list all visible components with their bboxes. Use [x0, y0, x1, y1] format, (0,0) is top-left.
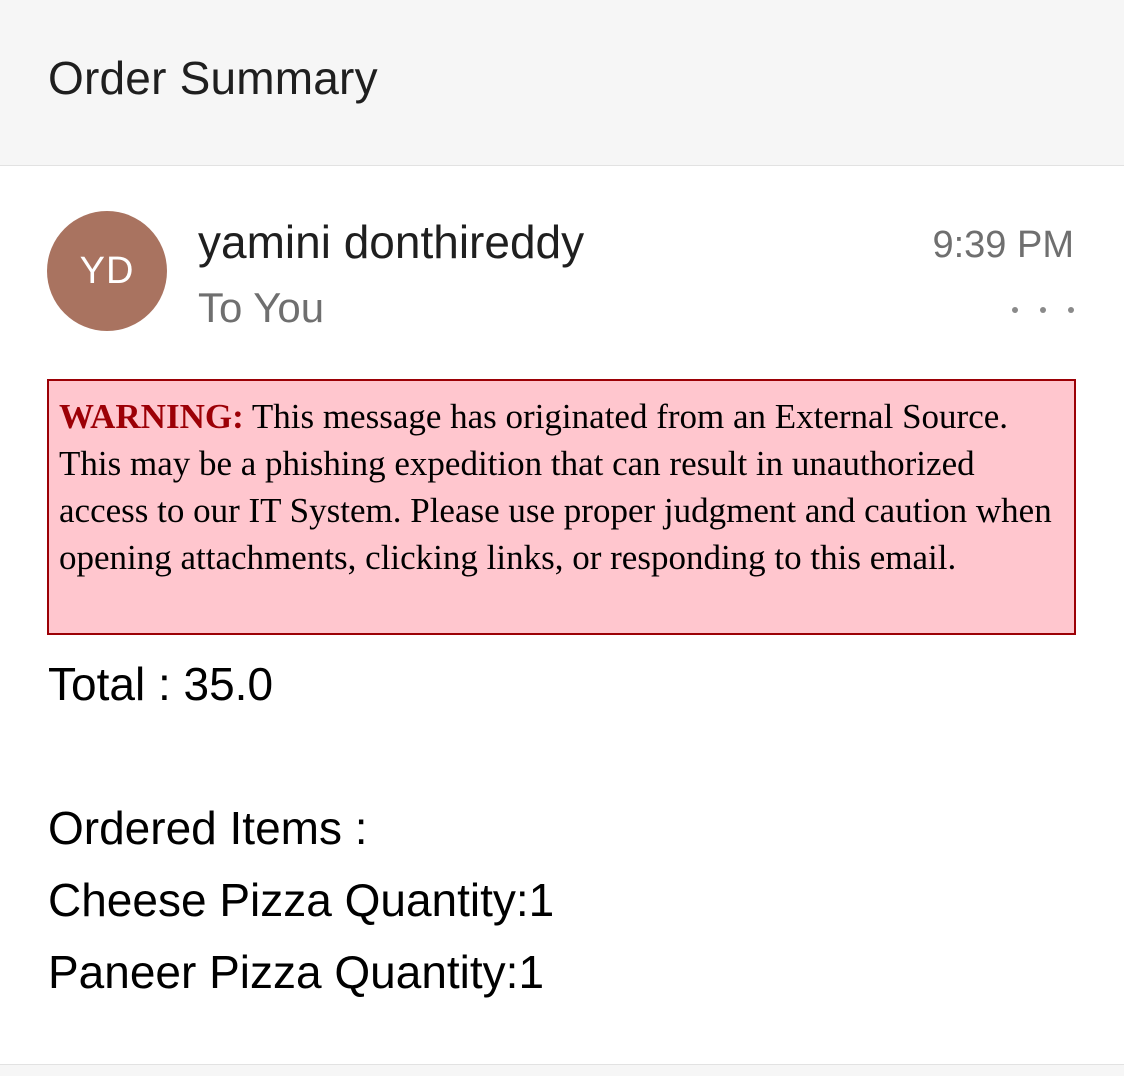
email-subject-title: Order Summary [48, 52, 378, 104]
ordered-item: Cheese Pizza Quantity:1 [48, 874, 555, 926]
more-horizontal-icon [1068, 307, 1074, 313]
external-warning-banner: WARNING: This message has originated fro… [47, 379, 1076, 635]
avatar-initials: YD [79, 249, 135, 292]
bottom-divider [0, 1064, 1124, 1076]
subject-header: Order Summary [0, 0, 1124, 166]
more-horizontal-icon [1040, 307, 1046, 313]
ordered-item: Paneer Pizza Quantity:1 [48, 946, 545, 998]
sender-name[interactable]: yamini donthireddy [198, 214, 584, 270]
message-time: 9:39 PM [932, 224, 1074, 266]
sender-avatar[interactable]: YD [47, 211, 167, 331]
ordered-items-heading: Ordered Items : [48, 802, 368, 854]
warning-label: WARNING: [59, 397, 244, 436]
order-total: Total : 35.0 [48, 658, 274, 710]
more-horizontal-icon [1012, 307, 1018, 313]
email-message-view: Order Summary YD yamini donthireddy To Y… [0, 0, 1124, 1076]
recipient-line[interactable]: To You [198, 282, 324, 334]
more-options-button[interactable] [1012, 290, 1074, 330]
